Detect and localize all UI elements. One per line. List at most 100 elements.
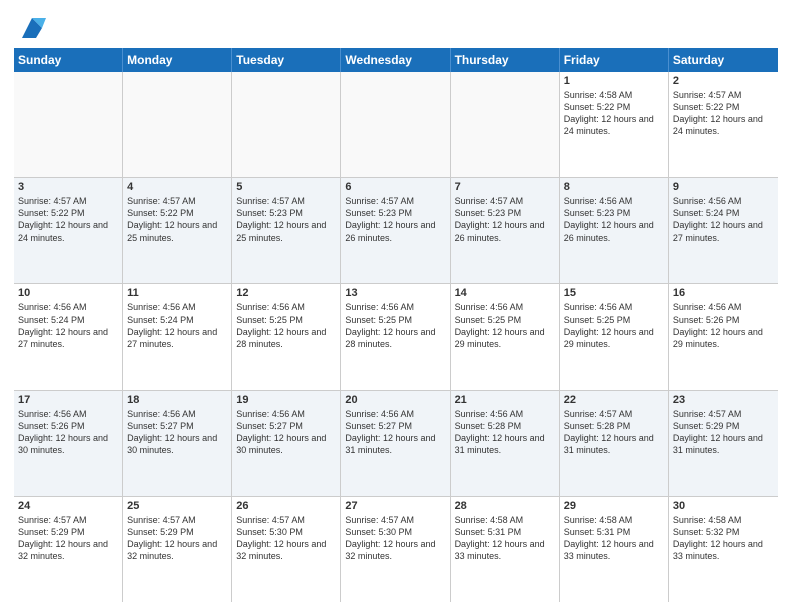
day-cell-10: 10 Sunrise: 4:56 AM Sunset: 5:24 PM Dayli… (14, 284, 123, 389)
day-cell-27: 27Sunrise: 4:57 AM Sunset: 5:30 PM Dayli… (341, 497, 450, 602)
page: SundayMondayTuesdayWednesdayThursdayFrid… (0, 0, 792, 612)
week-row-1: 1 Sunrise: 4:58 AM Sunset: 5:22 PM Daylig… (14, 72, 778, 178)
day-number: 22 (564, 394, 664, 406)
day-number: 30 (673, 500, 774, 512)
cell-info: Sunrise: 4:58 AM Sunset: 5:31 PM Dayligh… (455, 515, 545, 561)
week-row-3: 10 Sunrise: 4:56 AM Sunset: 5:24 PM Dayli… (14, 284, 778, 390)
cell-info: Sunrise: 4:57 AM Sunset: 5:30 PM Dayligh… (236, 515, 326, 561)
cell-info: Sunrise: 4:56 AM Sunset: 5:27 PM Dayligh… (127, 409, 217, 455)
cell-info: Sunrise: 4:57 AM Sunset: 5:23 PM Dayligh… (345, 196, 435, 242)
day-header-monday: Monday (123, 48, 232, 72)
day-header-tuesday: Tuesday (232, 48, 341, 72)
day-number: 1 (564, 75, 664, 87)
cell-info: Sunrise: 4:57 AM Sunset: 5:22 PM Dayligh… (18, 196, 108, 242)
day-cell-9: 9Sunrise: 4:56 AM Sunset: 5:24 PM Daylig… (669, 178, 778, 283)
day-number: 21 (455, 394, 555, 406)
day-number: 10 (18, 287, 118, 299)
cell-info: Sunrise: 4:58 AM Sunset: 5:22 PM Dayligh… (564, 90, 654, 136)
cell-info: Sunrise: 4:56 AM Sunset: 5:25 PM Dayligh… (236, 302, 326, 348)
day-cell-29: 29 Sunrise: 4:58 AM Sunset: 5:31 PM Dayli… (560, 497, 669, 602)
day-number: 6 (345, 181, 445, 193)
day-header-saturday: Saturday (669, 48, 778, 72)
cell-info: Sunrise: 4:58 AM Sunset: 5:31 PM Dayligh… (564, 515, 654, 561)
empty-cell (123, 72, 232, 177)
calendar-body: 1 Sunrise: 4:58 AM Sunset: 5:22 PM Daylig… (14, 72, 778, 602)
day-cell-7: 7 Sunrise: 4:57 AM Sunset: 5:23 PM Daylig… (451, 178, 560, 283)
day-number: 19 (236, 394, 336, 406)
day-number: 16 (673, 287, 774, 299)
cell-info: Sunrise: 4:56 AM Sunset: 5:28 PM Dayligh… (455, 409, 545, 455)
cell-info: Sunrise: 4:56 AM Sunset: 5:25 PM Dayligh… (564, 302, 654, 348)
day-number: 23 (673, 394, 774, 406)
cell-info: Sunrise: 4:56 AM Sunset: 5:25 PM Dayligh… (455, 302, 545, 348)
header (14, 10, 778, 42)
cell-info: Sunrise: 4:56 AM Sunset: 5:26 PM Dayligh… (18, 409, 108, 455)
week-row-5: 24Sunrise: 4:57 AM Sunset: 5:29 PM Dayli… (14, 497, 778, 602)
day-cell-26: 26 Sunrise: 4:57 AM Sunset: 5:30 PM Dayli… (232, 497, 341, 602)
day-cell-8: 8 Sunrise: 4:56 AM Sunset: 5:23 PM Daylig… (560, 178, 669, 283)
cell-info: Sunrise: 4:57 AM Sunset: 5:22 PM Dayligh… (673, 90, 763, 136)
day-cell-6: 6 Sunrise: 4:57 AM Sunset: 5:23 PM Daylig… (341, 178, 450, 283)
day-cell-22: 22 Sunrise: 4:57 AM Sunset: 5:28 PM Dayli… (560, 391, 669, 496)
day-number: 27 (345, 500, 445, 512)
day-number: 11 (127, 287, 227, 299)
day-number: 15 (564, 287, 664, 299)
day-number: 8 (564, 181, 664, 193)
day-cell-3: 3 Sunrise: 4:57 AM Sunset: 5:22 PM Daylig… (14, 178, 123, 283)
cell-info: Sunrise: 4:57 AM Sunset: 5:29 PM Dayligh… (673, 409, 763, 455)
cell-info: Sunrise: 4:56 AM Sunset: 5:23 PM Dayligh… (564, 196, 654, 242)
cell-info: Sunrise: 4:57 AM Sunset: 5:28 PM Dayligh… (564, 409, 654, 455)
day-cell-17: 17Sunrise: 4:56 AM Sunset: 5:26 PM Dayli… (14, 391, 123, 496)
day-cell-18: 18 Sunrise: 4:56 AM Sunset: 5:27 PM Dayli… (123, 391, 232, 496)
day-number: 3 (18, 181, 118, 193)
day-number: 20 (345, 394, 445, 406)
empty-cell (14, 72, 123, 177)
day-header-sunday: Sunday (14, 48, 123, 72)
cell-info: Sunrise: 4:56 AM Sunset: 5:27 PM Dayligh… (345, 409, 435, 455)
day-header-wednesday: Wednesday (341, 48, 450, 72)
cell-info: Sunrise: 4:56 AM Sunset: 5:26 PM Dayligh… (673, 302, 763, 348)
day-number: 14 (455, 287, 555, 299)
cell-info: Sunrise: 4:56 AM Sunset: 5:24 PM Dayligh… (18, 302, 108, 348)
day-cell-24: 24Sunrise: 4:57 AM Sunset: 5:29 PM Dayli… (14, 497, 123, 602)
cell-info: Sunrise: 4:56 AM Sunset: 5:24 PM Dayligh… (673, 196, 763, 242)
day-number: 13 (345, 287, 445, 299)
week-row-2: 3 Sunrise: 4:57 AM Sunset: 5:22 PM Daylig… (14, 178, 778, 284)
cell-info: Sunrise: 4:57 AM Sunset: 5:23 PM Dayligh… (455, 196, 545, 242)
empty-cell (341, 72, 450, 177)
logo (14, 14, 46, 42)
week-row-4: 17Sunrise: 4:56 AM Sunset: 5:26 PM Dayli… (14, 391, 778, 497)
day-number: 7 (455, 181, 555, 193)
day-cell-15: 15 Sunrise: 4:56 AM Sunset: 5:25 PM Dayli… (560, 284, 669, 389)
empty-cell (232, 72, 341, 177)
day-cell-12: 12 Sunrise: 4:56 AM Sunset: 5:25 PM Dayli… (232, 284, 341, 389)
day-number: 2 (673, 75, 774, 87)
day-cell-2: 2 Sunrise: 4:57 AM Sunset: 5:22 PM Daylig… (669, 72, 778, 177)
logo-icon (18, 14, 46, 42)
day-number: 25 (127, 500, 227, 512)
calendar-header: SundayMondayTuesdayWednesdayThursdayFrid… (14, 48, 778, 72)
day-cell-11: 11Sunrise: 4:56 AM Sunset: 5:24 PM Dayli… (123, 284, 232, 389)
day-cell-19: 19 Sunrise: 4:56 AM Sunset: 5:27 PM Dayli… (232, 391, 341, 496)
day-number: 5 (236, 181, 336, 193)
empty-cell (451, 72, 560, 177)
day-cell-16: 16 Sunrise: 4:56 AM Sunset: 5:26 PM Dayli… (669, 284, 778, 389)
day-number: 18 (127, 394, 227, 406)
day-header-thursday: Thursday (451, 48, 560, 72)
day-number: 4 (127, 181, 227, 193)
day-number: 24 (18, 500, 118, 512)
day-number: 12 (236, 287, 336, 299)
day-cell-23: 23 Sunrise: 4:57 AM Sunset: 5:29 PM Dayli… (669, 391, 778, 496)
cell-info: Sunrise: 4:58 AM Sunset: 5:32 PM Dayligh… (673, 515, 763, 561)
day-number: 26 (236, 500, 336, 512)
calendar: SundayMondayTuesdayWednesdayThursdayFrid… (14, 48, 778, 602)
cell-info: Sunrise: 4:56 AM Sunset: 5:25 PM Dayligh… (345, 302, 435, 348)
day-cell-28: 28Sunrise: 4:58 AM Sunset: 5:31 PM Dayli… (451, 497, 560, 602)
day-number: 29 (564, 500, 664, 512)
cell-info: Sunrise: 4:57 AM Sunset: 5:22 PM Dayligh… (127, 196, 217, 242)
cell-info: Sunrise: 4:56 AM Sunset: 5:27 PM Dayligh… (236, 409, 326, 455)
day-cell-30: 30 Sunrise: 4:58 AM Sunset: 5:32 PM Dayli… (669, 497, 778, 602)
day-cell-20: 20 Sunrise: 4:56 AM Sunset: 5:27 PM Dayli… (341, 391, 450, 496)
day-header-friday: Friday (560, 48, 669, 72)
day-cell-25: 25Sunrise: 4:57 AM Sunset: 5:29 PM Dayli… (123, 497, 232, 602)
